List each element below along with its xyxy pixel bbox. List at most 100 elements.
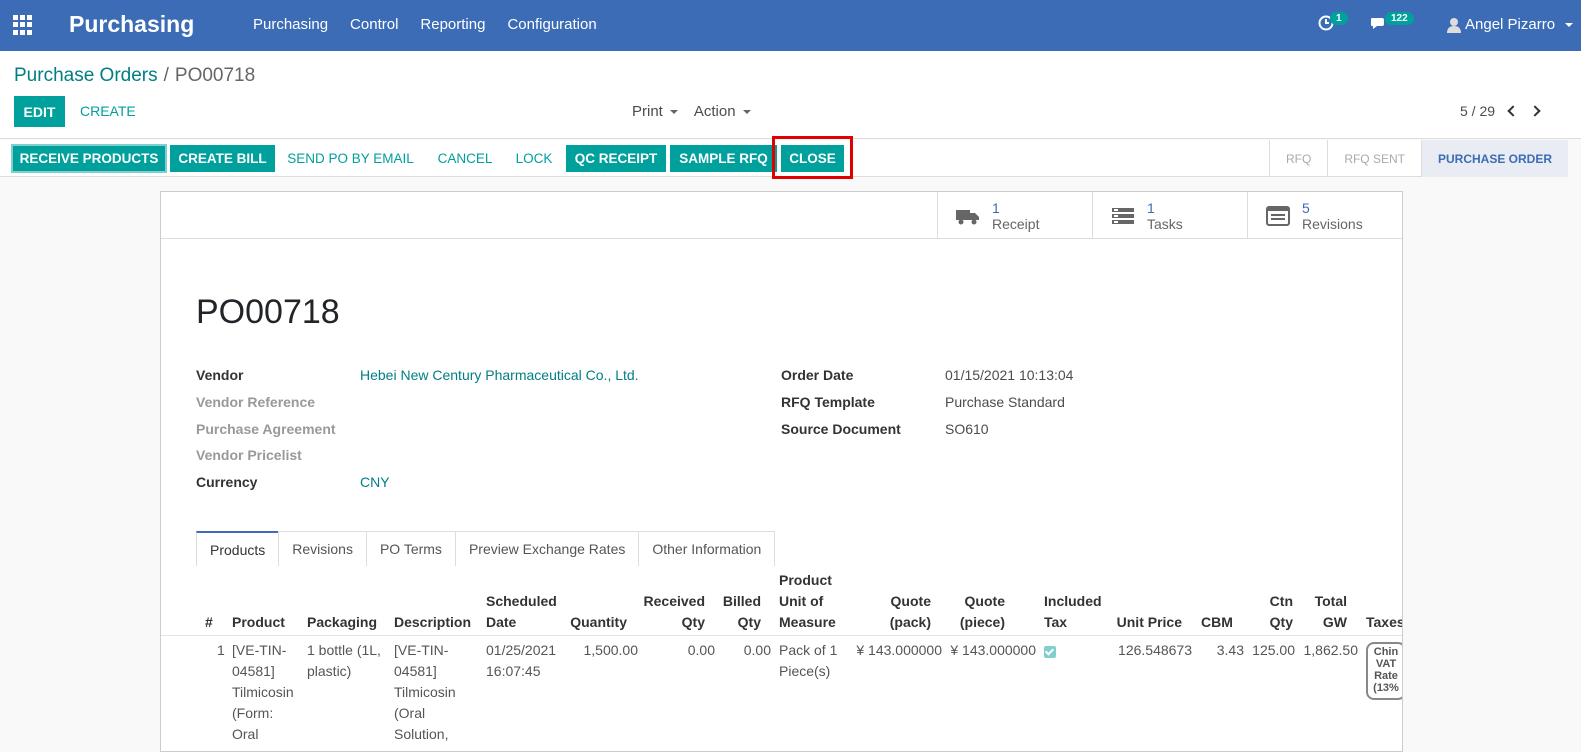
col-ctn-line2: Qty [1269, 614, 1293, 630]
col-scheduled-date[interactable]: Scheduled Date [486, 591, 557, 633]
col-uom[interactable]: Product Unit of Measure [779, 570, 836, 633]
next-icon[interactable] [1529, 105, 1541, 117]
tax-tag-line: (13% [1373, 682, 1399, 694]
order-reference: PO00718 [196, 293, 340, 331]
user-menu[interactable]: Angel Pizarro [1447, 16, 1574, 33]
packaging-line: plastic) [307, 663, 352, 679]
create-button[interactable]: CREATE [80, 103, 136, 119]
apps-menu-icon[interactable] [13, 15, 33, 35]
row-uom[interactable]: Pack of 1 Piece(s) [779, 640, 837, 682]
description-line: [VE-TIN- [394, 642, 449, 658]
status-stages: RFQ RFQ SENT PURCHASE ORDER [1268, 140, 1568, 177]
receive-products-button[interactable]: RECEIVE PRODUCTS [11, 144, 167, 173]
row-num: 1 [217, 642, 225, 658]
tax-tag-line: Chin [1373, 646, 1399, 658]
action-dropdown[interactable]: Action [694, 103, 751, 120]
source-document-label: Source Document [781, 421, 901, 437]
sample-rfq-button[interactable]: SAMPLE RFQ [670, 145, 777, 172]
menu-configuration[interactable]: Configuration [507, 16, 596, 33]
col-total-gw[interactable]: Total GW [1301, 591, 1347, 633]
col-quote-piece-line1: Quote [964, 593, 1005, 609]
date-line: 16:07:45 [486, 663, 541, 679]
col-quote-pack[interactable]: Quote (pack) [861, 591, 931, 633]
tab-other-information[interactable]: Other Information [638, 531, 776, 566]
col-ctn-qty[interactable]: Ctn Qty [1251, 591, 1293, 633]
tab-preview-exchange-rates[interactable]: Preview Exchange Rates [454, 531, 640, 566]
create-bill-button[interactable]: CREATE BILL [170, 145, 275, 172]
revisions-smart-button[interactable]: 5 Revisions [1247, 192, 1402, 239]
col-included-tax[interactable]: Included Tax [1044, 591, 1102, 633]
vendor-field[interactable]: Hebei New Century Pharmaceutical Co., Lt… [360, 367, 639, 383]
row-description[interactable]: [VE-TIN- 04581] Tilmicosin (Oral Solutio… [394, 640, 456, 745]
stage-purchase-order[interactable]: PURCHASE ORDER [1420, 140, 1568, 177]
included-tax-checkbox[interactable] [1044, 646, 1056, 658]
breadcrumb-current: PO00718 [174, 65, 256, 86]
top-navbar: Purchasing Purchasing Control Reporting … [0, 0, 1581, 51]
col-quantity[interactable]: Quantity [566, 612, 627, 633]
tab-revisions[interactable]: Revisions [278, 531, 367, 566]
revisions-icon [1266, 205, 1290, 226]
highlight-box [772, 136, 853, 179]
col-included-line2: Tax [1044, 614, 1068, 630]
app-brand[interactable]: Purchasing [69, 11, 194, 38]
menu-reporting[interactable]: Reporting [420, 16, 485, 33]
vendor-pricelist-label: Vendor Pricelist [196, 447, 302, 463]
breadcrumb-parent[interactable]: Purchase Orders [14, 65, 158, 86]
product-line: Oral [232, 726, 259, 742]
row-unit-price[interactable]: 126.548673 [1101, 640, 1192, 661]
stage-rfq[interactable]: RFQ [1268, 140, 1327, 177]
print-dropdown[interactable]: Print [632, 103, 678, 120]
description-line: Solution, [394, 726, 449, 742]
col-uom-line2: Unit of [779, 593, 824, 609]
row-product[interactable]: [VE-TIN- 04581] Tilmicosin (Form: Oral [232, 640, 294, 745]
col-unit-price[interactable]: Unit Price [1101, 612, 1182, 633]
messages-button[interactable]: 122 [1370, 12, 1414, 31]
col-received-qty[interactable]: Received Qty [641, 591, 705, 633]
col-quote-pack-line2: (pack) [889, 614, 931, 630]
col-billed-qty[interactable]: Billed Qty [717, 591, 761, 633]
col-ctn-line1: Ctn [1269, 593, 1293, 609]
col-gw-line2: GW [1322, 614, 1347, 630]
col-product[interactable]: Product [232, 612, 285, 633]
col-received-line2: Qty [681, 614, 705, 630]
send-po-email-button[interactable]: SEND PO BY EMAIL [280, 145, 421, 172]
lock-button[interactable]: LOCK [508, 145, 560, 172]
tab-po-terms[interactable]: PO Terms [365, 531, 456, 566]
col-taxes[interactable]: Taxes [1366, 612, 1402, 633]
row-quote-piece[interactable]: ¥ 143.000000 [945, 640, 1036, 661]
activity-button[interactable]: 1 [1318, 12, 1348, 31]
row-received-qty: 0.00 [687, 642, 715, 658]
edit-button[interactable]: EDIT [14, 96, 65, 127]
uom-line: Pack of 1 [779, 642, 838, 658]
pager-value[interactable]: 5 / 29 [1460, 103, 1495, 119]
receipt-smart-button[interactable]: 1 Receipt [937, 192, 1092, 239]
col-cbm[interactable]: CBM [1201, 612, 1233, 633]
stage-rfq-sent[interactable]: RFQ SENT [1327, 140, 1421, 177]
breadcrumb-separator: / [163, 65, 169, 86]
currency-field[interactable]: CNY [360, 474, 390, 490]
description-line: (Oral [394, 705, 426, 721]
tax-tag-line: Rate [1374, 670, 1398, 682]
col-packaging[interactable]: Packaging [307, 612, 377, 633]
vendor-reference-label: Vendor Reference [196, 394, 316, 410]
tax-tag[interactable]: Chin VAT Rate (13% [1366, 642, 1402, 700]
row-scheduled-date[interactable]: 01/25/2021 16:07:45 [486, 640, 556, 682]
print-label: Print [632, 103, 663, 120]
qc-receipt-button[interactable]: QC RECEIPT [566, 145, 666, 172]
row-quote-pack[interactable]: ¥ 143.000000 [851, 640, 942, 661]
row-packaging[interactable]: 1 bottle (1L, plastic) [307, 640, 381, 682]
menu-control[interactable]: Control [350, 16, 398, 33]
row-quantity[interactable]: 1,500.00 [561, 640, 639, 661]
previous-icon[interactable] [1507, 105, 1519, 117]
tasks-smart-button[interactable]: 1 Tasks [1092, 192, 1247, 239]
tab-products[interactable]: Products [196, 531, 280, 566]
cancel-button[interactable]: CANCEL [430, 145, 500, 172]
menu-purchasing[interactable]: Purchasing [253, 16, 328, 33]
col-num[interactable]: # [205, 612, 213, 633]
uom-line: Piece(s) [779, 663, 831, 679]
col-uom-line1: Product [779, 572, 832, 588]
currency-label: Currency [196, 474, 258, 490]
col-description[interactable]: Description [394, 612, 471, 633]
breadcrumb: Purchase Orders / PO00718 [14, 65, 255, 87]
col-quote-piece[interactable]: Quote (piece) [941, 591, 1005, 633]
